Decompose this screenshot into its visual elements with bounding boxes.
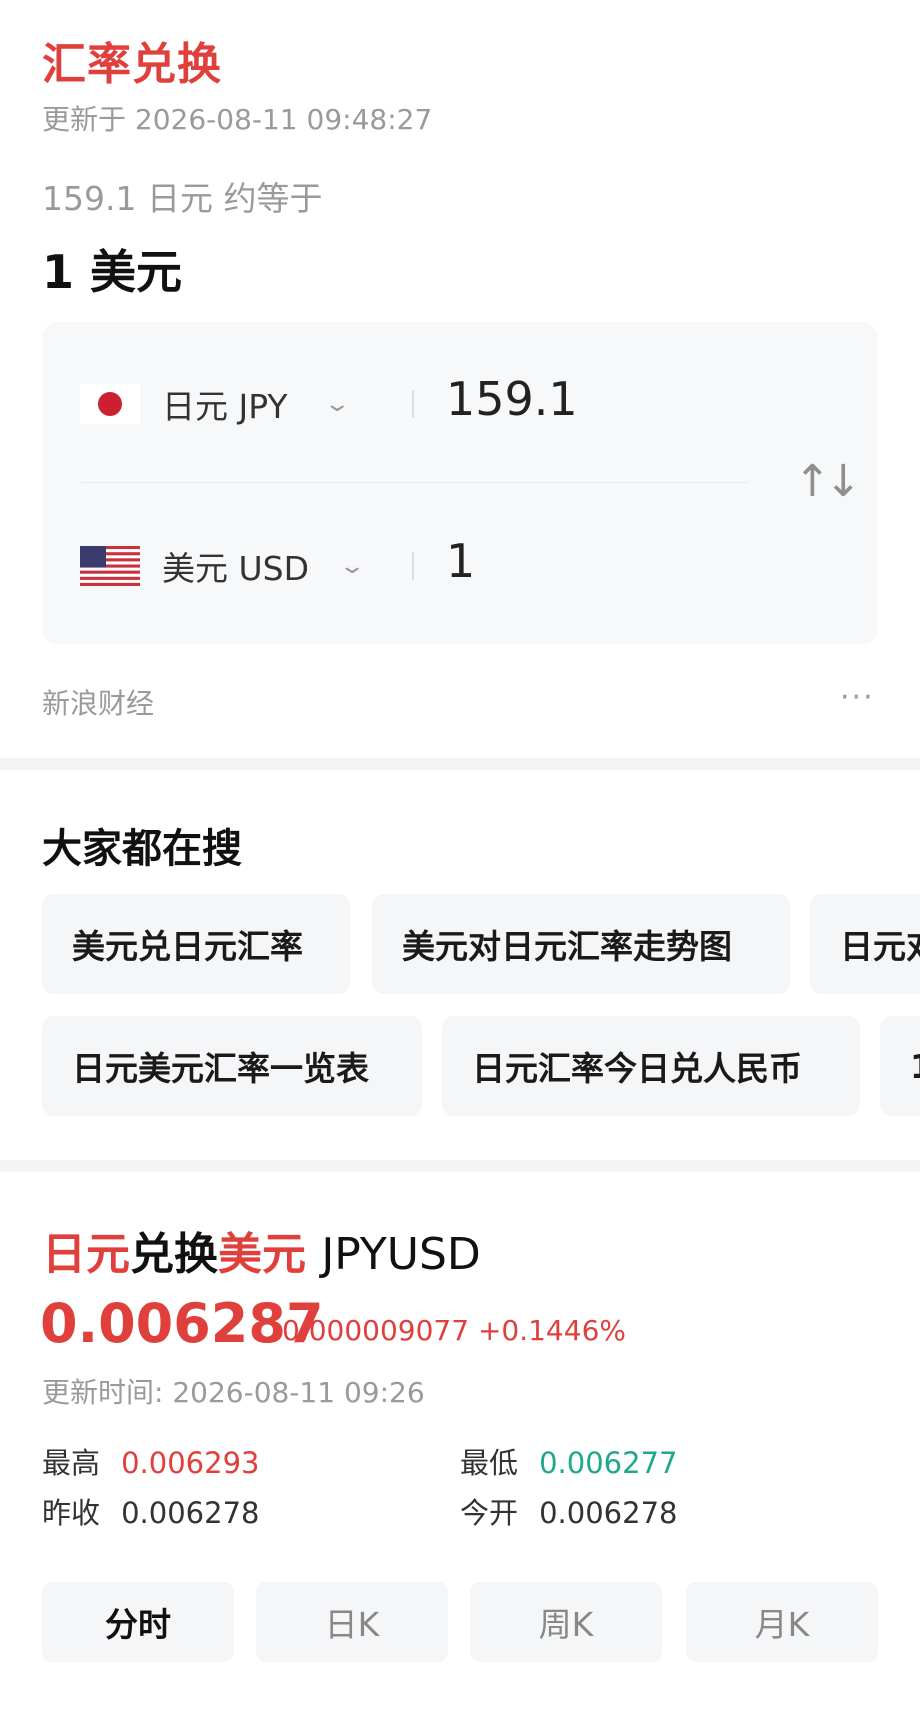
tab-intraday[interactable]: 分时 <box>42 1582 234 1662</box>
stat-label: 今开 <box>460 1496 519 1530</box>
conversion-result: 1 美元 <box>42 245 183 299</box>
swap-vertical-icon[interactable]: ↑↓ <box>794 456 862 507</box>
section-divider <box>0 758 920 770</box>
stat-value: 0.006277 <box>539 1446 678 1480</box>
currency-pair-title: 日元兑换美元 JPYUSD <box>42 1218 481 1282</box>
stat-high: 最高 0.006293 <box>42 1440 259 1482</box>
section-divider <box>0 1160 920 1172</box>
stat-value: 0.006293 <box>121 1446 260 1480</box>
to-currency-label: 美元 USD <box>162 549 310 588</box>
search-chip[interactable]: 美元兑日元汇率 <box>42 894 350 994</box>
chevron-down-icon: ⌄ <box>322 391 351 417</box>
page-title: 汇率兑换 <box>42 39 222 90</box>
data-source: 新浪财经 <box>42 687 155 720</box>
tab-daily-k[interactable]: 日K <box>256 1582 448 1662</box>
to-amount-input[interactable]: 1 <box>446 534 475 588</box>
divider <box>412 552 414 580</box>
stat-value: 0.006278 <box>539 1496 678 1530</box>
update-timestamp: 更新于 2026-08-11 09:48:27 <box>42 103 433 136</box>
search-chip[interactable]: 美元对日元汇率走势图 <box>372 894 790 994</box>
stat-label: 最高 <box>42 1446 101 1480</box>
search-chip[interactable]: 日元对 <box>810 894 920 994</box>
to-currency-select[interactable]: 美元 USD ⌄ <box>162 542 366 590</box>
converter-panel: 日元 JPY ⌄ 159.1 ↑↓ 美元 USD ⌄ 1 <box>42 322 878 644</box>
tab-weekly-k[interactable]: 周K <box>470 1582 662 1662</box>
from-currency-label: 日元 JPY <box>162 387 288 426</box>
chevron-down-icon: ⌄ <box>338 553 367 579</box>
japan-flag-icon <box>80 384 140 428</box>
stat-low: 最低 0.006277 <box>460 1440 677 1482</box>
quote-update-time: 更新时间: 2026-08-11 09:26 <box>42 1376 425 1409</box>
pair-quote: 美元 <box>218 1229 306 1280</box>
current-price: 0.006287 <box>40 1292 324 1355</box>
from-currency-select[interactable]: 日元 JPY ⌄ <box>162 380 351 428</box>
stat-label: 昨收 <box>42 1496 101 1530</box>
price-change: 0.000009077 +0.1446% <box>282 1314 626 1347</box>
divider <box>412 390 414 418</box>
search-chip[interactable]: 日元汇率今日兑人民币 <box>442 1016 860 1116</box>
pair-code: JPYUSD <box>321 1229 481 1280</box>
usa-flag-icon <box>80 546 140 590</box>
stat-prev-close: 昨收 0.006278 <box>42 1490 259 1532</box>
pair-verb: 兑换 <box>130 1229 218 1280</box>
stat-value: 0.006278 <box>121 1496 260 1530</box>
from-amount-input[interactable]: 159.1 <box>446 372 578 426</box>
row-divider <box>82 482 748 483</box>
search-chip[interactable]: 日元美元汇率一览表 <box>42 1016 422 1116</box>
search-chip[interactable]: 1 <box>880 1016 920 1116</box>
pair-base: 日元 <box>42 1229 130 1280</box>
stat-open: 今开 0.006278 <box>460 1490 677 1532</box>
conversion-summary: 159.1 日元 约等于 <box>42 179 323 218</box>
tab-monthly-k[interactable]: 月K <box>686 1582 878 1662</box>
hot-search-title: 大家都在搜 <box>42 826 242 872</box>
more-icon[interactable]: ··· <box>840 680 875 715</box>
stat-label: 最低 <box>460 1446 519 1480</box>
